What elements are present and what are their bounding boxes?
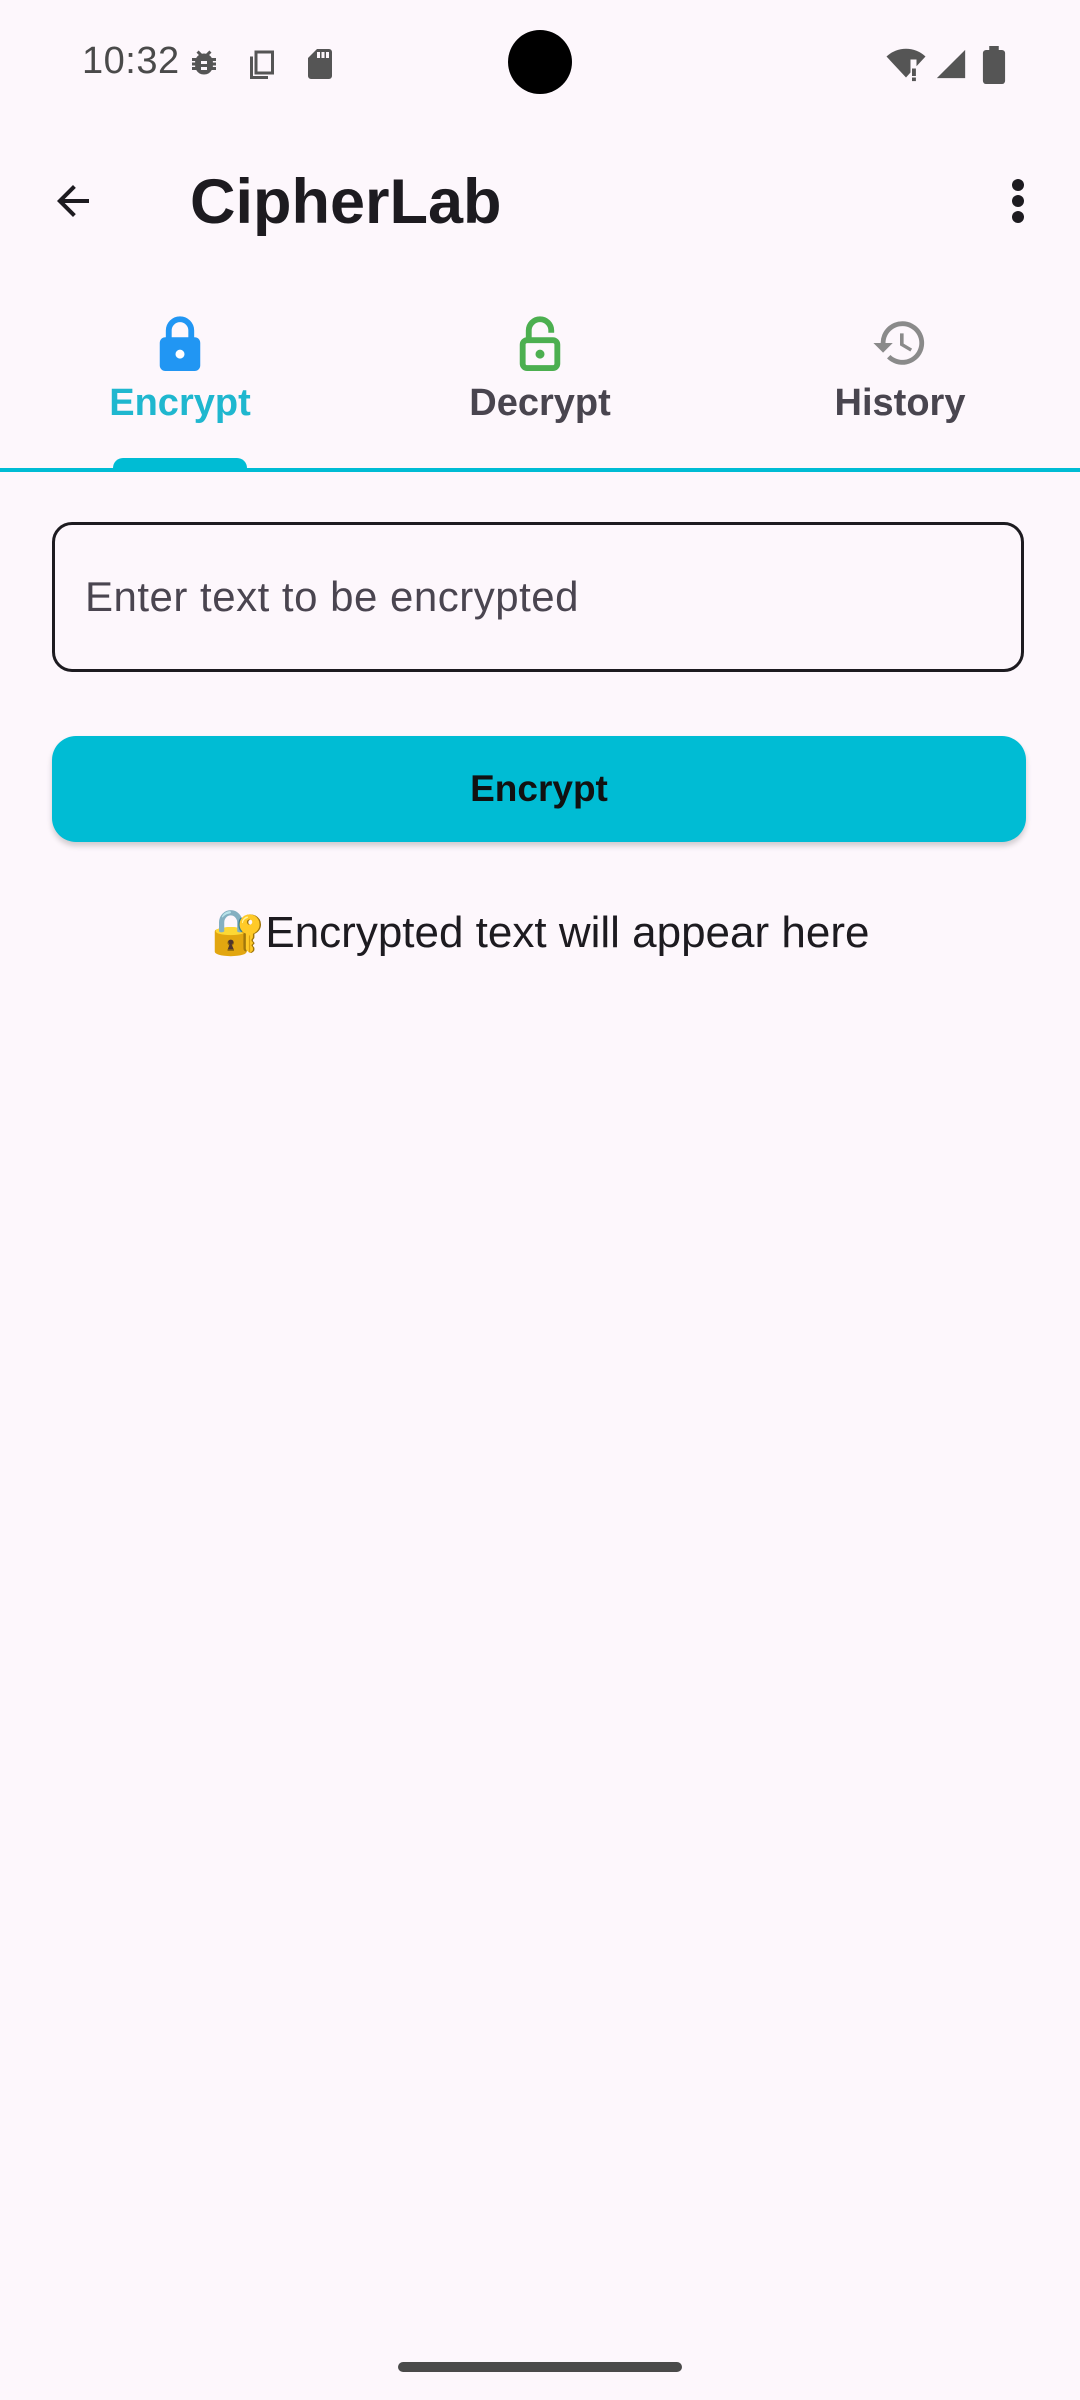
home-indicator[interactable] — [398, 2362, 682, 2372]
status-time: 10:32 — [82, 40, 180, 82]
lock-open-icon — [513, 314, 567, 379]
status-bar: 10:32 — [0, 0, 1080, 130]
cell-signal-icon — [934, 46, 968, 87]
tab-indicator — [113, 458, 247, 468]
back-button[interactable] — [40, 170, 106, 236]
tab-decrypt[interactable]: Decrypt — [360, 300, 720, 468]
history-icon — [871, 314, 929, 377]
lock-closed-icon — [153, 314, 207, 379]
encrypted-result: 🔐Encrypted text will appear here — [0, 906, 1080, 958]
wifi-alert-icon — [886, 46, 926, 87]
encrypt-text-input[interactable] — [52, 522, 1024, 672]
encrypted-result-text: Encrypted text will appear here — [265, 908, 870, 957]
more-options-button[interactable] — [990, 170, 1046, 236]
lock-key-emoji: 🔐 — [210, 908, 266, 957]
encrypt-button[interactable]: Encrypt — [52, 736, 1026, 842]
tab-history[interactable]: History — [720, 300, 1080, 468]
tab-history-label: History — [834, 382, 966, 424]
app-title: CipherLab — [190, 167, 502, 237]
bug-icon — [186, 46, 222, 87]
more-vert-icon — [1010, 177, 1026, 230]
sd-card-icon — [302, 46, 338, 87]
copy-icon — [244, 46, 280, 87]
tab-decrypt-label: Decrypt — [469, 382, 611, 424]
tab-encrypt-label: Encrypt — [109, 382, 251, 424]
arrow-back-icon — [49, 177, 97, 230]
app-bar: CipherLab — [0, 130, 1080, 270]
battery-icon — [982, 46, 1006, 89]
front-camera — [508, 30, 572, 94]
tab-bar: Encrypt Decrypt History — [0, 300, 1080, 472]
tab-encrypt[interactable]: Encrypt — [0, 300, 360, 468]
